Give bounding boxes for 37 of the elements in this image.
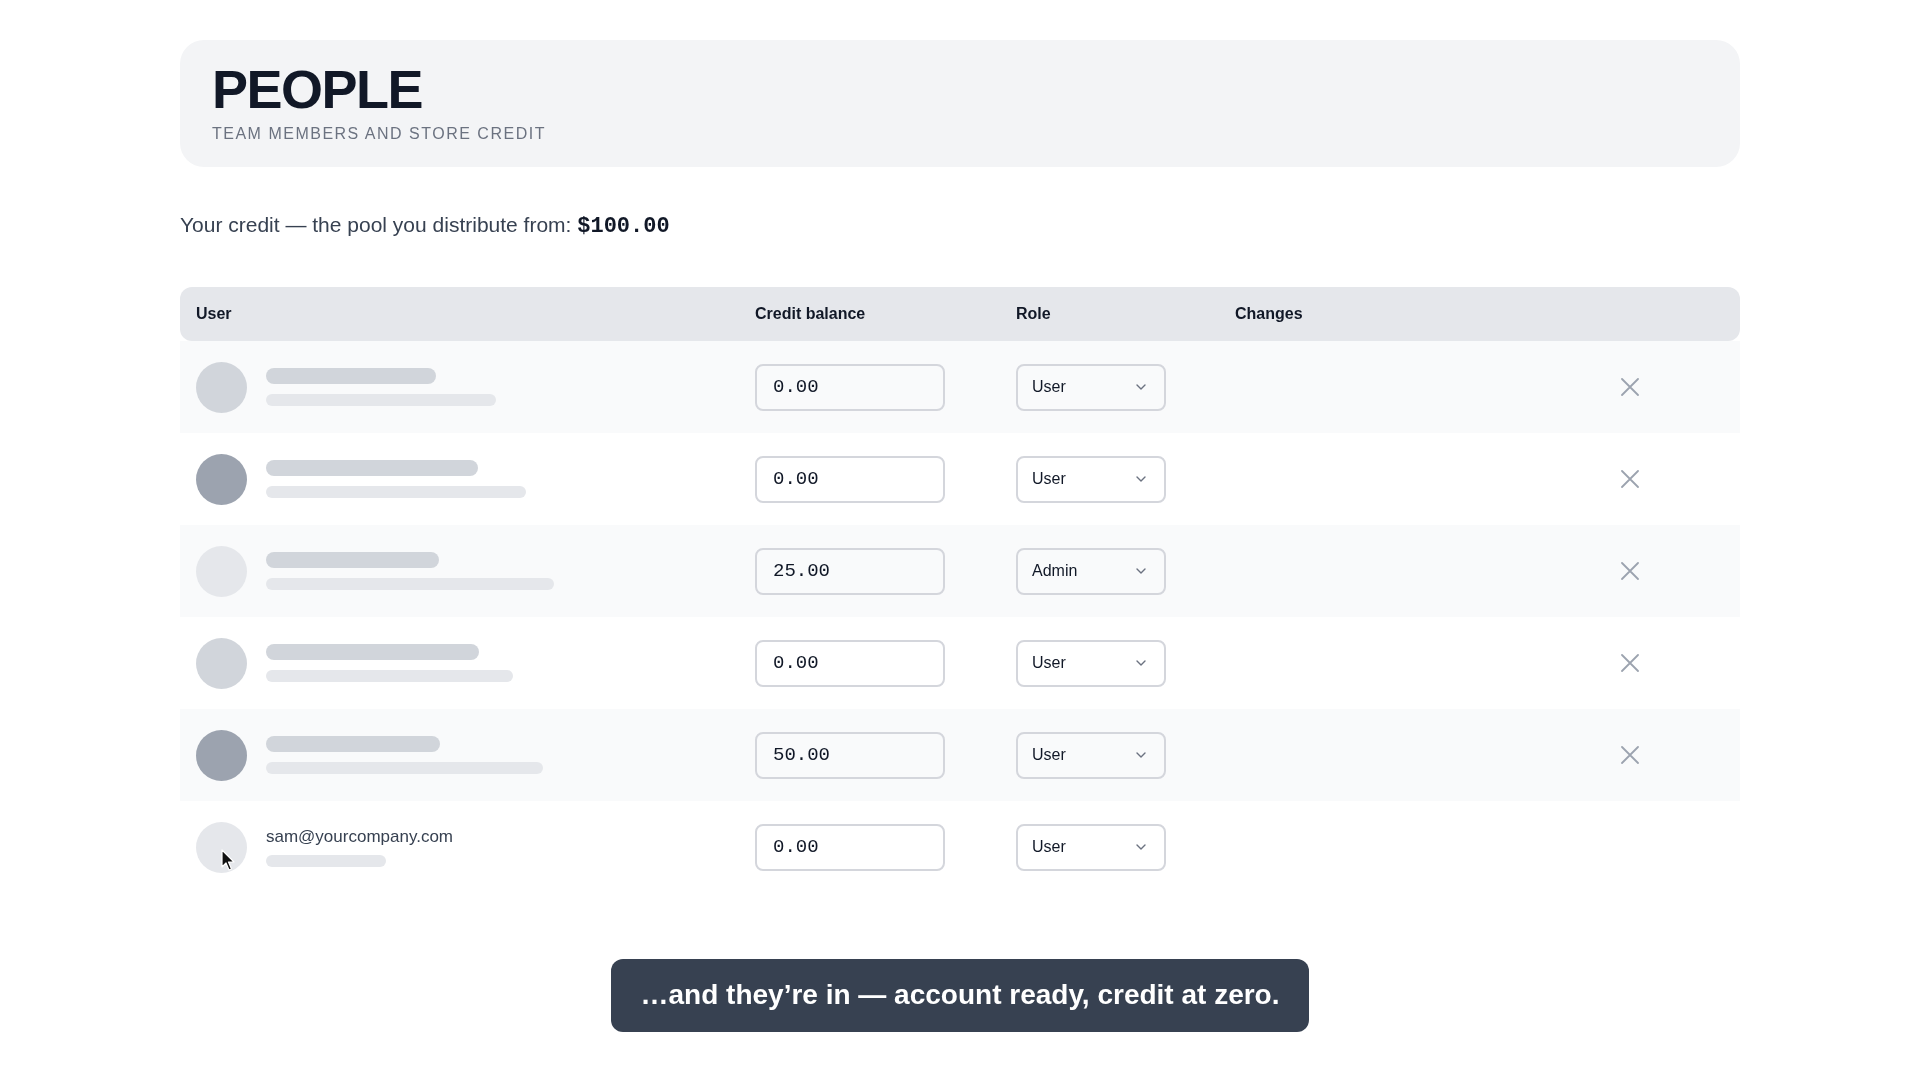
avatar-icon: [196, 361, 247, 413]
role-select[interactable]: User: [1016, 823, 1166, 871]
role-select[interactable]: User: [1016, 639, 1166, 687]
page-subtitle: TEAM MEMBERS AND STORE CREDIT: [212, 124, 546, 144]
close-icon: [1621, 378, 1639, 396]
close-icon: [1621, 654, 1639, 672]
role-select[interactable]: User: [1016, 363, 1166, 411]
avatar-icon: [196, 637, 247, 689]
close-icon: [1621, 746, 1639, 764]
avatar-icon: [196, 453, 247, 505]
page-title: PEOPLE: [212, 62, 423, 116]
credit-summary-text: Your credit — the pool you distribute from: $100.00: [180, 212, 670, 241]
column-header: Changes: [1234, 305, 1304, 323]
chevron-down-icon: [1136, 476, 1146, 482]
close-icon: [1621, 470, 1639, 488]
role-select[interactable]: User: [1016, 731, 1166, 779]
credit-input[interactable]: 0.00: [755, 823, 945, 871]
close-icon: [1621, 562, 1639, 580]
chevron-down-icon: [1136, 568, 1146, 574]
credit-input[interactable]: 0.00: [755, 363, 945, 411]
column-header: Credit balance: [754, 305, 867, 323]
avatar-icon: [196, 729, 247, 781]
chevron-down-icon: [1136, 660, 1146, 666]
chevron-down-icon: [1136, 844, 1146, 850]
role-select[interactable]: User: [1016, 455, 1166, 503]
column-header: Role: [1015, 305, 1052, 323]
credit-input[interactable]: 0.00: [755, 639, 945, 687]
chevron-down-icon: [1136, 384, 1146, 390]
credit-input[interactable]: 25.00: [755, 547, 945, 595]
credit-input[interactable]: 0.00: [755, 455, 945, 503]
chevron-down-icon: [1136, 752, 1146, 758]
credit-input[interactable]: 50.00: [755, 731, 945, 779]
caption-banner: …and they’re in — account ready, credit at zero.: [610, 959, 1310, 1032]
email-text: sam@yourcompany.com: [266, 827, 453, 847]
avatar-icon: [196, 821, 247, 873]
role-select[interactable]: Admin: [1016, 547, 1166, 595]
column-header: User: [195, 305, 233, 323]
